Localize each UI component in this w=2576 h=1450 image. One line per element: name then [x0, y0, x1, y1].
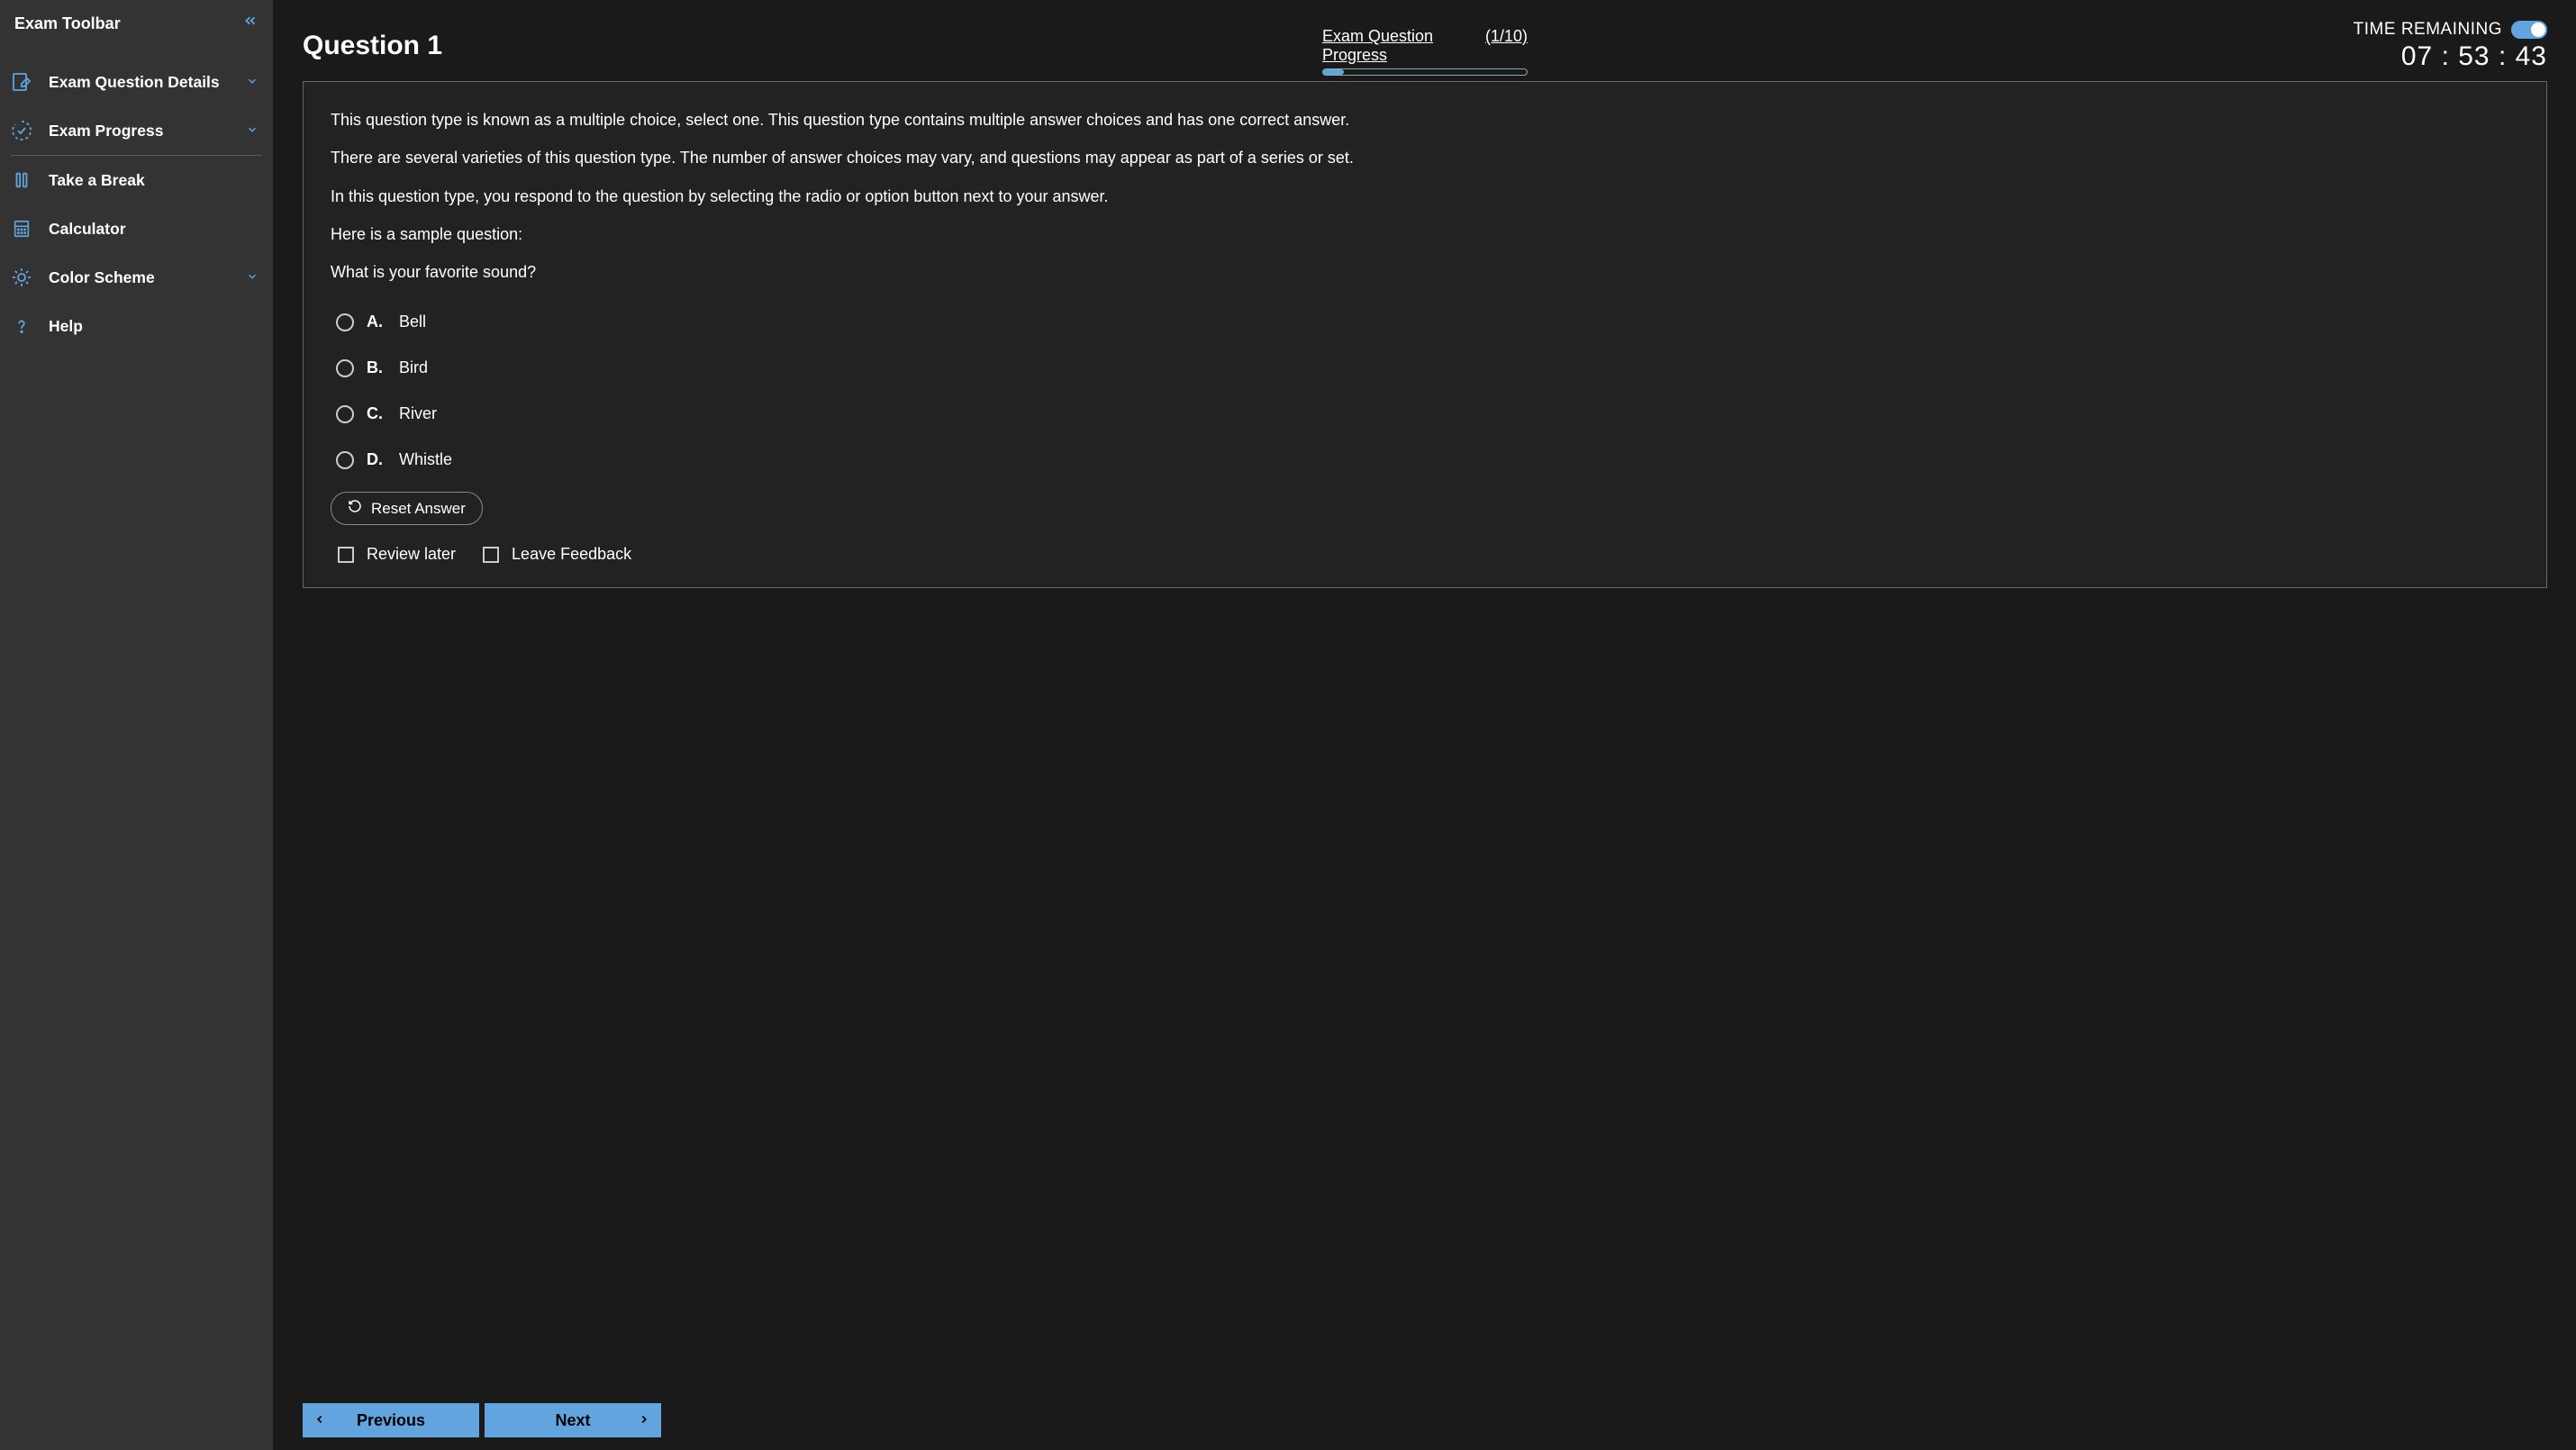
choice-letter: C.	[367, 404, 386, 423]
question-icon	[10, 314, 33, 338]
progress-fill	[1323, 69, 1344, 75]
checkbox-icon	[483, 547, 499, 563]
sidebar-item-label: Calculator	[49, 220, 126, 239]
progress-indicator[interactable]: Exam Question Progress (1/10)	[1322, 14, 1528, 76]
sidebar-item-label: Color Scheme	[49, 268, 155, 287]
leave-feedback-label: Leave Feedback	[512, 545, 631, 564]
next-label: Next	[555, 1411, 590, 1430]
reset-label: Reset Answer	[371, 500, 466, 518]
chevron-down-icon	[246, 270, 259, 285]
sidebar-item-color-scheme[interactable]: Color Scheme	[0, 253, 273, 302]
review-later-label: Review later	[367, 545, 456, 564]
question-paragraph: There are several varieties of this ques…	[331, 147, 2519, 168]
chevron-down-icon	[246, 123, 259, 139]
timer: TIME REMAINING 07 : 53 : 43	[2354, 14, 2547, 72]
progress-check-icon	[10, 119, 33, 142]
choice-text: Whistle	[399, 450, 452, 469]
sidebar-item-calculator[interactable]: Calculator	[0, 204, 273, 253]
footer-nav: Previous Next	[274, 1385, 2576, 1450]
radio-icon	[336, 405, 354, 423]
progress-count: (1/10)	[1485, 27, 1528, 65]
checkbox-row: Review later Leave Feedback	[338, 545, 2519, 564]
choice-list: A. Bell B. Bird C. River D. Whistle	[336, 299, 2519, 483]
chevron-down-icon	[246, 75, 259, 90]
chevron-left-icon	[313, 1411, 326, 1430]
choice-text: River	[399, 404, 437, 423]
sidebar-header: Exam Toolbar	[0, 0, 273, 58]
review-later-checkbox[interactable]: Review later	[338, 545, 456, 564]
question-title: Question 1	[303, 14, 442, 61]
progress-label: Exam Question Progress	[1322, 27, 1485, 65]
sidebar-item-label: Exam Progress	[49, 122, 163, 140]
previous-button[interactable]: Previous	[303, 1403, 479, 1437]
radio-icon	[336, 359, 354, 377]
leave-feedback-checkbox[interactable]: Leave Feedback	[483, 545, 631, 564]
question-paragraph: In this question type, you respond to th…	[331, 186, 2519, 207]
question-paragraph: Here is a sample question:	[331, 223, 2519, 245]
edit-note-icon	[10, 70, 33, 94]
question-prompt: What is your favorite sound?	[331, 261, 2519, 283]
question-paragraph: This question type is known as a multipl…	[331, 109, 2519, 131]
choice-letter: A.	[367, 313, 386, 331]
sidebar-item-exam-question-details[interactable]: Exam Question Details	[0, 58, 273, 106]
next-button[interactable]: Next	[485, 1403, 661, 1437]
checkbox-icon	[338, 547, 354, 563]
choice-text: Bell	[399, 313, 426, 331]
sidebar: Exam Toolbar Exam Question Details Exam …	[0, 0, 274, 1450]
sidebar-item-label: Exam Question Details	[49, 73, 220, 92]
sun-icon	[10, 266, 33, 289]
choice-text: Bird	[399, 358, 428, 377]
pause-icon	[10, 168, 33, 192]
sidebar-item-help[interactable]: Help	[0, 302, 273, 350]
timer-label: TIME REMAINING	[2354, 20, 2502, 40]
previous-label: Previous	[357, 1411, 425, 1430]
choice-letter: D.	[367, 450, 386, 469]
sidebar-title: Exam Toolbar	[14, 14, 121, 33]
reset-answer-button[interactable]: Reset Answer	[331, 492, 483, 525]
undo-icon	[348, 499, 362, 518]
sidebar-item-label: Take a Break	[49, 171, 145, 190]
main-area: Question 1 Exam Question Progress (1/10)…	[274, 0, 2576, 1450]
progress-bar	[1322, 68, 1528, 76]
radio-icon	[336, 451, 354, 469]
content-area: This question type is known as a multipl…	[274, 79, 2576, 1385]
sidebar-item-label: Help	[49, 317, 83, 336]
sidebar-item-take-a-break[interactable]: Take a Break	[0, 156, 273, 204]
choice-letter: B.	[367, 358, 386, 377]
chevron-right-icon	[638, 1411, 650, 1430]
collapse-icon[interactable]	[242, 13, 259, 34]
timer-value: 07 : 53 : 43	[2401, 41, 2547, 72]
choice-option[interactable]: B. Bird	[336, 345, 2519, 391]
topbar: Question 1 Exam Question Progress (1/10)…	[274, 0, 2576, 79]
calculator-icon	[10, 217, 33, 240]
choice-option[interactable]: C. River	[336, 391, 2519, 437]
choice-option[interactable]: D. Whistle	[336, 437, 2519, 483]
choice-option[interactable]: A. Bell	[336, 299, 2519, 345]
sidebar-item-exam-progress[interactable]: Exam Progress	[0, 106, 273, 155]
radio-icon	[336, 313, 354, 331]
timer-toggle[interactable]	[2511, 21, 2547, 39]
question-box: This question type is known as a multipl…	[303, 81, 2547, 588]
